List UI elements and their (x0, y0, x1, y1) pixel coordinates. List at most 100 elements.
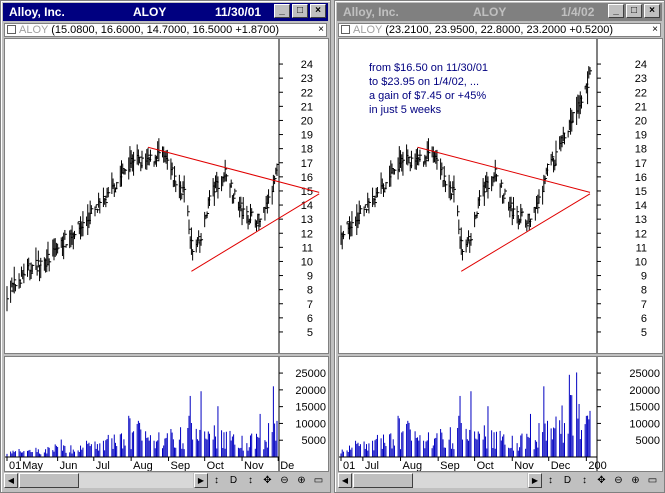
bottom-scrollbar[interactable]: ◀ ▶ ↕ D ↕ ✥ ⊖ ⊕ ▭ (4, 472, 327, 489)
time-axis-label: Oct (477, 460, 494, 471)
time-axis-label: Jun (60, 460, 78, 471)
d-icon[interactable]: D (225, 473, 242, 488)
time-axis-label: De (280, 460, 294, 471)
chart-box-icon (341, 25, 350, 34)
time-axis-label: Jul (365, 460, 379, 471)
time-axis-label: 01 (343, 460, 355, 471)
window-title: Alloy, Inc. (9, 5, 65, 19)
chart-window-left[interactable]: Alloy, Inc. ALOY 11/30/01 _ □ × ALOY (15… (0, 0, 331, 493)
price-axis-label: 6 (307, 313, 313, 325)
refresh-icon[interactable]: ↕ (542, 473, 559, 488)
info-values: (15.0800, 16.6000, 14.7000, 16.5000 +1.8… (51, 24, 280, 36)
info-close-icon[interactable]: × (318, 24, 324, 36)
title-bar[interactable]: Alloy, Inc. ALOY 1/4/02 _ □ × (337, 3, 662, 21)
volume-pane[interactable]: 25000 20000 15000 10000 5000 01 Jul Aug Sep Oct No… (338, 356, 663, 472)
info-symbol: ALOY (353, 24, 383, 36)
price-axis-label: 10 (301, 256, 313, 268)
scroll-thumb[interactable] (19, 473, 79, 488)
price-axis-label: 12 (635, 228, 647, 240)
price-axis-label: 12 (301, 228, 313, 240)
scroll-thumb[interactable] (353, 473, 413, 488)
time-axis-label: 01 (9, 460, 21, 471)
info-close-icon[interactable]: × (652, 24, 658, 36)
annotation-line: to $23.95 on 1/4/02, ... (369, 76, 479, 88)
vertical-move-icon[interactable]: ↕ (576, 473, 593, 488)
maximize-icon[interactable]: □ (626, 4, 642, 18)
zoom-out-icon[interactable]: ⊖ (276, 473, 293, 488)
volume-axis-label: 10000 (295, 418, 326, 430)
time-axis-label: May (22, 460, 43, 471)
window-symbol: ALOY (473, 5, 507, 19)
price-axis-label: 20 (301, 115, 313, 127)
volume-axis-label: 10000 (629, 418, 660, 430)
time-axis-label: Jul (96, 460, 110, 471)
price-axis-label: 6 (641, 313, 647, 325)
price-axis-label: 17 (301, 158, 313, 170)
price-pane[interactable]: 24 23 22 21 20 19 18 17 16 15 14 13 12 11 10 9 8 7 6 5 from … (338, 38, 663, 354)
price-axis-label: 24 (301, 59, 313, 71)
price-chart: 24232221201918171615141312111098765 (6, 39, 320, 353)
window-symbol: ALOY (133, 5, 167, 19)
minimize-icon[interactable]: _ (608, 4, 624, 18)
scroll-track[interactable] (19, 473, 193, 488)
refresh-icon[interactable]: ↕ (208, 473, 225, 488)
maximize-icon[interactable]: ▭ (310, 473, 327, 488)
zoom-out-icon[interactable]: ⊖ (610, 473, 627, 488)
price-axis-label: 16 (301, 172, 313, 184)
price-axis-label: 13 (301, 214, 313, 226)
scroll-right-icon[interactable]: ▶ (194, 473, 208, 488)
price-axis-label: 10 (635, 256, 647, 268)
window-date: 1/4/02 (561, 5, 595, 19)
volume-axis-label: 5000 (302, 435, 326, 447)
crosshair-icon[interactable]: ✥ (259, 473, 276, 488)
price-axis-label: 11 (302, 242, 313, 254)
price-axis-label: 23 (635, 73, 647, 85)
price-axis-label: 24 (635, 59, 647, 71)
close-icon[interactable]: × (310, 4, 326, 18)
chart-box-icon (7, 25, 16, 34)
window-title: Alloy, Inc. (343, 5, 399, 19)
window-date: 11/30/01 (215, 5, 262, 19)
price-pane[interactable]: 24 23 22 21 20 19 18 17 16 15 14 13 12 11 10 9 8 7 6 5 (4, 38, 329, 354)
volume-pane[interactable]: 25000 20000 15000 10000 5000 01 May Jun Jul Aug Se… (4, 356, 329, 472)
annotation-line: a gain of $7.45 or +45% (369, 90, 486, 102)
scroll-left-icon[interactable]: ◀ (4, 473, 18, 488)
scroll-track[interactable] (353, 473, 527, 488)
close-icon[interactable]: × (644, 4, 660, 18)
bottom-scrollbar[interactable]: ◀ ▶ ↕ D ↕ ✥ ⊖ ⊕ ▭ (338, 472, 661, 489)
volume-axis-label: 5000 (636, 435, 660, 447)
scroll-left-icon[interactable]: ◀ (338, 473, 352, 488)
volume-chart: 25000 20000 15000 10000 5000 01 May Jun Jul Aug Se… (5, 357, 326, 472)
crosshair-icon[interactable]: ✥ (593, 473, 610, 488)
zoom-in-icon[interactable]: ⊕ (293, 473, 310, 488)
maximize-icon[interactable]: □ (292, 4, 308, 18)
volume-axis-label: 15000 (629, 402, 660, 414)
price-chart: 24 23 22 21 20 19 18 17 16 15 14 13 12 11 10 9 8 7 6 5 from … (340, 39, 647, 353)
price-axis-label: 14 (301, 200, 313, 212)
volume-axis-label: 15000 (295, 402, 326, 414)
info-symbol: ALOY (19, 24, 49, 36)
price-axis-label: 7 (641, 299, 647, 311)
price-axis-label: 7 (307, 299, 313, 311)
vertical-move-icon[interactable]: ↕ (242, 473, 259, 488)
scroll-right-icon[interactable]: ▶ (528, 473, 542, 488)
price-axis-label: 19 (301, 130, 313, 142)
price-axis-label: 21 (635, 101, 647, 113)
chart-window-right[interactable]: Alloy, Inc. ALOY 1/4/02 _ □ × ALOY (23.2… (334, 0, 665, 493)
d-icon[interactable]: D (559, 473, 576, 488)
price-axis-label: 18 (635, 144, 647, 156)
time-axis-label: Oct (207, 460, 224, 471)
info-values: (23.2100, 23.9500, 22.8000, 23.2000 +0.5… (385, 24, 614, 36)
price-axis-label: 16 (635, 172, 647, 184)
minimize-icon[interactable]: _ (274, 4, 290, 18)
price-axis-label: 8 (307, 285, 313, 297)
maximize-icon[interactable]: ▭ (644, 473, 661, 488)
title-bar[interactable]: Alloy, Inc. ALOY 11/30/01 _ □ × (3, 3, 328, 21)
price-axis-label: 17 (635, 158, 647, 170)
zoom-in-icon[interactable]: ⊕ (627, 473, 644, 488)
volume-chart: 25000 20000 15000 10000 5000 01 Jul Aug Sep Oct No… (339, 357, 660, 472)
price-axis-label: 15 (635, 186, 647, 198)
price-axis-label: 9 (307, 271, 313, 283)
price-axis-label: 9 (641, 271, 647, 283)
time-axis-label: Dec (551, 460, 571, 471)
